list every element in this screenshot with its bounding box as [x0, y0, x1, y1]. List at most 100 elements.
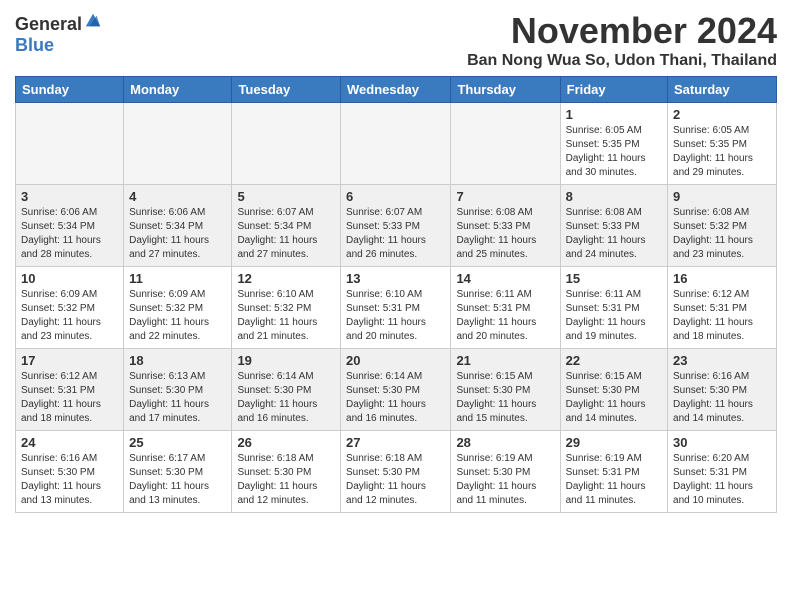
calendar-day-cell: 22Sunrise: 6:15 AM Sunset: 5:30 PM Dayli… [560, 349, 667, 431]
calendar-day-cell: 13Sunrise: 6:10 AM Sunset: 5:31 PM Dayli… [341, 267, 451, 349]
day-number: 23 [673, 353, 771, 368]
day-info: Sunrise: 6:15 AM Sunset: 5:30 PM Dayligh… [456, 370, 554, 426]
calendar-header-row: SundayMondayTuesdayWednesdayThursdayFrid… [16, 77, 777, 103]
calendar-day-cell: 25 Sunrise: 6:17 AM Sunset: 5:30 PM Dayli… [124, 431, 232, 513]
day-info: Sunrise: 6:19 AM Sunset: 5:30 PM Dayligh… [456, 452, 554, 508]
day-number: 2 [673, 107, 771, 122]
calendar-week-row: 17 Sunrise: 6:12 AM Sunset: 5:31 PM Dayli… [16, 349, 777, 431]
calendar-day-cell [16, 103, 124, 185]
calendar-day-cell: 4 Sunrise: 6:06 AM Sunset: 5:34 PM Daylig… [124, 185, 232, 267]
day-info: Sunrise: 6:14 AM Sunset: 5:30 PM Dayligh… [237, 370, 335, 426]
day-number: 25 [129, 435, 226, 450]
calendar-day-header: Wednesday [341, 77, 451, 103]
day-number: 15 [566, 271, 662, 286]
day-number: 29 [566, 435, 662, 450]
calendar-week-row: 10 Sunrise: 6:09 AM Sunset: 5:32 PM Dayli… [16, 267, 777, 349]
calendar-day-cell: 6 Sunrise: 6:07 AM Sunset: 5:33 PM Daylig… [341, 185, 451, 267]
calendar-day-cell: 3 Sunrise: 6:06 AM Sunset: 5:34 PM Daylig… [16, 185, 124, 267]
calendar-week-row: 3 Sunrise: 6:06 AM Sunset: 5:34 PM Daylig… [16, 185, 777, 267]
day-number: 27 [346, 435, 445, 450]
day-number: 4 [129, 189, 226, 204]
day-number: 8 [566, 189, 662, 204]
day-number: 26 [237, 435, 335, 450]
day-number: 6 [346, 189, 445, 204]
day-number: 7 [456, 189, 554, 204]
calendar-body: 1 Sunrise: 6:05 AM Sunset: 5:35 PM Daylig… [16, 103, 777, 513]
calendar-day-cell: 7 Sunrise: 6:08 AM Sunset: 5:33 PM Daylig… [451, 185, 560, 267]
day-info: Sunrise: 6:07 AM Sunset: 5:34 PM Dayligh… [237, 206, 335, 262]
day-number: 21 [456, 353, 554, 368]
calendar-day-cell [232, 103, 341, 185]
calendar-day-cell: 20Sunrise: 6:14 AM Sunset: 5:30 PM Dayli… [341, 349, 451, 431]
calendar-day-cell [451, 103, 560, 185]
logo: General Blue [15, 10, 102, 56]
calendar-day-cell: 19 Sunrise: 6:14 AM Sunset: 5:30 PM Dayli… [232, 349, 341, 431]
day-info: Sunrise: 6:05 AM Sunset: 5:35 PM Dayligh… [673, 124, 771, 180]
day-number: 19 [237, 353, 335, 368]
day-info: Sunrise: 6:07 AM Sunset: 5:33 PM Dayligh… [346, 206, 445, 262]
calendar-day-cell: 26 Sunrise: 6:18 AM Sunset: 5:30 PM Dayli… [232, 431, 341, 513]
calendar-day-cell: 14Sunrise: 6:11 AM Sunset: 5:31 PM Dayli… [451, 267, 560, 349]
calendar-day-cell: 27Sunrise: 6:18 AM Sunset: 5:30 PM Dayli… [341, 431, 451, 513]
calendar-day-cell: 11 Sunrise: 6:09 AM Sunset: 5:32 PM Dayli… [124, 267, 232, 349]
calendar-day-cell: 16Sunrise: 6:12 AM Sunset: 5:31 PM Dayli… [668, 267, 777, 349]
day-info: Sunrise: 6:11 AM Sunset: 5:31 PM Dayligh… [456, 288, 554, 344]
day-info: Sunrise: 6:18 AM Sunset: 5:30 PM Dayligh… [237, 452, 335, 508]
calendar-day-cell: 1 Sunrise: 6:05 AM Sunset: 5:35 PM Daylig… [560, 103, 667, 185]
day-number: 12 [237, 271, 335, 286]
day-number: 5 [237, 189, 335, 204]
day-number: 18 [129, 353, 226, 368]
calendar-day-cell: 2 Sunrise: 6:05 AM Sunset: 5:35 PM Daylig… [668, 103, 777, 185]
day-number: 30 [673, 435, 771, 450]
day-info: Sunrise: 6:05 AM Sunset: 5:35 PM Dayligh… [566, 124, 662, 180]
calendar-day-header: Friday [560, 77, 667, 103]
day-number: 10 [21, 271, 118, 286]
calendar-day-cell: 23 Sunrise: 6:16 AM Sunset: 5:30 PM Dayli… [668, 349, 777, 431]
day-number: 17 [21, 353, 118, 368]
day-info: Sunrise: 6:17 AM Sunset: 5:30 PM Dayligh… [129, 452, 226, 508]
day-info: Sunrise: 6:13 AM Sunset: 5:30 PM Dayligh… [129, 370, 226, 426]
page-header: General Blue November 2024 Ban Nong Wua … [15, 10, 777, 70]
calendar-day-cell: 24 Sunrise: 6:16 AM Sunset: 5:30 PM Dayli… [16, 431, 124, 513]
calendar-day-cell: 30Sunrise: 6:20 AM Sunset: 5:31 PM Dayli… [668, 431, 777, 513]
calendar-day-header: Tuesday [232, 77, 341, 103]
day-info: Sunrise: 6:11 AM Sunset: 5:31 PM Dayligh… [566, 288, 662, 344]
calendar-day-cell: 5 Sunrise: 6:07 AM Sunset: 5:34 PM Daylig… [232, 185, 341, 267]
day-info: Sunrise: 6:08 AM Sunset: 5:33 PM Dayligh… [456, 206, 554, 262]
day-number: 11 [129, 271, 226, 286]
calendar-day-cell: 15 Sunrise: 6:11 AM Sunset: 5:31 PM Dayli… [560, 267, 667, 349]
day-number: 1 [566, 107, 662, 122]
calendar-week-row: 24 Sunrise: 6:16 AM Sunset: 5:30 PM Dayli… [16, 431, 777, 513]
logo-general-text: General [15, 14, 82, 35]
day-info: Sunrise: 6:19 AM Sunset: 5:31 PM Dayligh… [566, 452, 662, 508]
day-info: Sunrise: 6:09 AM Sunset: 5:32 PM Dayligh… [21, 288, 118, 344]
day-info: Sunrise: 6:08 AM Sunset: 5:33 PM Dayligh… [566, 206, 662, 262]
calendar-day-cell [341, 103, 451, 185]
month-title: November 2024 [467, 10, 777, 52]
day-info: Sunrise: 6:16 AM Sunset: 5:30 PM Dayligh… [673, 370, 771, 426]
day-number: 13 [346, 271, 445, 286]
day-info: Sunrise: 6:09 AM Sunset: 5:32 PM Dayligh… [129, 288, 226, 344]
day-number: 20 [346, 353, 445, 368]
day-number: 9 [673, 189, 771, 204]
calendar-day-cell: 18 Sunrise: 6:13 AM Sunset: 5:30 PM Dayli… [124, 349, 232, 431]
calendar-day-cell: 8 Sunrise: 6:08 AM Sunset: 5:33 PM Daylig… [560, 185, 667, 267]
day-info: Sunrise: 6:06 AM Sunset: 5:34 PM Dayligh… [21, 206, 118, 262]
day-number: 16 [673, 271, 771, 286]
calendar-day-cell: 12Sunrise: 6:10 AM Sunset: 5:32 PM Dayli… [232, 267, 341, 349]
calendar-day-cell: 17 Sunrise: 6:12 AM Sunset: 5:31 PM Dayli… [16, 349, 124, 431]
calendar-table: SundayMondayTuesdayWednesdayThursdayFrid… [15, 76, 777, 513]
calendar-day-header: Monday [124, 77, 232, 103]
day-number: 3 [21, 189, 118, 204]
calendar-day-cell [124, 103, 232, 185]
day-number: 24 [21, 435, 118, 450]
day-info: Sunrise: 6:16 AM Sunset: 5:30 PM Dayligh… [21, 452, 118, 508]
calendar-day-header: Thursday [451, 77, 560, 103]
calendar-day-header: Sunday [16, 77, 124, 103]
day-info: Sunrise: 6:12 AM Sunset: 5:31 PM Dayligh… [21, 370, 118, 426]
calendar-week-row: 1 Sunrise: 6:05 AM Sunset: 5:35 PM Daylig… [16, 103, 777, 185]
day-info: Sunrise: 6:15 AM Sunset: 5:30 PM Dayligh… [566, 370, 662, 426]
day-info: Sunrise: 6:06 AM Sunset: 5:34 PM Dayligh… [129, 206, 226, 262]
day-number: 28 [456, 435, 554, 450]
calendar-day-header: Saturday [668, 77, 777, 103]
